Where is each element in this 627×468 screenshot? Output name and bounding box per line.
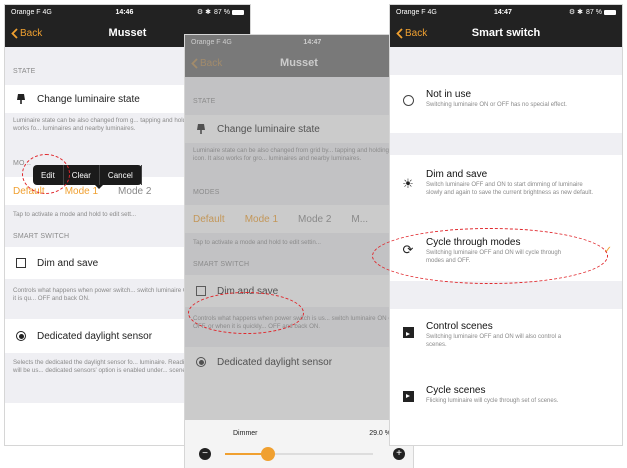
- mode-2[interactable]: Mode 2: [298, 214, 331, 225]
- clock: 14:47: [493, 8, 512, 16]
- carrier-label: Orange F 4G: [191, 38, 232, 46]
- change-state-row[interactable]: Change luminaire state: [185, 115, 413, 143]
- change-state-label: Change luminaire state: [217, 123, 320, 135]
- option-control-scenes[interactable]: Control scenes Switching luminaire OFF a…: [390, 309, 622, 373]
- back-button[interactable]: Back: [191, 49, 222, 77]
- page-title: Smart switch: [471, 27, 541, 39]
- chevron-left-icon: [396, 27, 403, 39]
- daylight-label: Dedicated daylight sensor: [37, 330, 153, 342]
- modes-row: Default Mode 1 Mode 2 M...: [185, 205, 413, 233]
- option-desc: Switch luminaire OFF and ON to start dim…: [426, 182, 594, 196]
- page-title: Musset: [108, 27, 147, 39]
- screen-smart-switch: Orange F 4G 14:47 ⚙ ✱ 87 % Back Smart sw…: [390, 5, 622, 445]
- back-button[interactable]: Back: [396, 19, 427, 47]
- dimmer-slider[interactable]: [225, 447, 373, 461]
- change-state-label: Change luminaire state: [37, 93, 140, 105]
- sun-icon: ☀: [402, 176, 414, 191]
- section-modes-header: MODES: [185, 179, 413, 205]
- checkbox-icon[interactable]: [16, 258, 26, 268]
- option-desc: Switching luminaire OFF and ON will also…: [426, 334, 562, 348]
- carrier-label: Orange F 4G: [396, 8, 437, 16]
- bluetooth-icon: ⚙ ✱: [196, 9, 212, 16]
- clock: 14:47: [303, 38, 322, 46]
- clock: 14:46: [115, 8, 134, 16]
- status-bar: Orange F 4G 14:46 ⚙ ✱ 87 %: [5, 5, 250, 19]
- spacer: [390, 47, 622, 75]
- state-description: Luminaire state can be also changed from…: [185, 143, 413, 179]
- option-desc: Flicking luminaire will cycle through se…: [426, 398, 559, 404]
- annotation-dim-save-highlight: [188, 292, 304, 334]
- back-button[interactable]: Back: [11, 19, 42, 47]
- nav-bar: Back Smart switch: [390, 19, 622, 47]
- bluetooth-icon: ⚙ ✱: [568, 9, 584, 16]
- scene-icon: [400, 385, 416, 402]
- daylight-label: Dedicated daylight sensor: [217, 356, 333, 368]
- chevron-left-icon: [191, 57, 198, 69]
- mode-3[interactable]: M...: [351, 214, 368, 225]
- radio-selected-icon[interactable]: [16, 331, 26, 341]
- dimmer-plus-button[interactable]: +: [393, 448, 405, 460]
- mode-2[interactable]: Mode 2: [118, 186, 151, 197]
- battery-label: ⚙ ✱ 87 %: [197, 8, 244, 16]
- option-dim-and-save[interactable]: ☀ Dim and save Switch luminaire OFF and …: [390, 155, 622, 225]
- status-bar: Orange F 4G 14:47 ⚙ ✱: [185, 35, 413, 49]
- option-title: Not in use: [426, 89, 472, 100]
- battery-icon: [603, 9, 616, 15]
- lamp-icon: [193, 123, 209, 135]
- popup-arrow: [95, 185, 103, 189]
- dimmer-value: 29.0 %: [369, 430, 391, 437]
- dimmer-label: Dimmer: [233, 430, 258, 437]
- radio-empty-icon[interactable]: [402, 95, 414, 106]
- spacer: [390, 281, 622, 309]
- option-cycle-scenes[interactable]: Cycle scenes Flicking luminaire will cyc…: [390, 373, 622, 433]
- checkbox-icon[interactable]: [196, 286, 206, 296]
- option-title: Control scenes: [426, 321, 493, 332]
- option-title: Dim and save: [426, 169, 488, 180]
- scene-icon: [400, 321, 416, 338]
- carrier-label: Orange F 4G: [11, 8, 52, 16]
- daylight-sensor-row[interactable]: Dedicated daylight sensor: [185, 347, 413, 377]
- dimmer-panel: Dimmer 29.0 % − +: [185, 420, 413, 468]
- dim-save-label: Dim and save: [37, 257, 99, 269]
- radio-selected-icon[interactable]: [196, 357, 206, 367]
- annotation-edit-highlight: [22, 154, 70, 194]
- mode-default[interactable]: Default: [193, 214, 225, 225]
- nav-bar: Back Musset: [185, 49, 413, 77]
- lamp-icon: [13, 93, 29, 105]
- option-not-in-use[interactable]: Not in use Switching luminaire ON or OFF…: [390, 75, 622, 133]
- spacer: [390, 133, 622, 155]
- dimmer-knob[interactable]: [260, 447, 275, 461]
- option-title: Cycle scenes: [426, 385, 486, 396]
- dimmer-minus-button[interactable]: −: [199, 448, 211, 460]
- mode-1[interactable]: Mode 1: [65, 186, 98, 197]
- status-bar: Orange F 4G 14:47 ⚙ ✱ 87 %: [390, 5, 622, 19]
- cancel-button[interactable]: Cancel: [100, 165, 142, 185]
- page-title: Musset: [280, 57, 318, 69]
- chevron-left-icon: [11, 27, 18, 39]
- battery-icon: [231, 9, 244, 15]
- battery-label: ⚙ ✱ 87 %: [569, 8, 616, 16]
- option-desc: Switching luminaire ON or OFF has no spe…: [426, 102, 567, 108]
- section-state-header: STATE: [185, 77, 413, 115]
- mode-1[interactable]: Mode 1: [245, 214, 278, 225]
- annotation-cycle-modes-highlight: [372, 228, 608, 284]
